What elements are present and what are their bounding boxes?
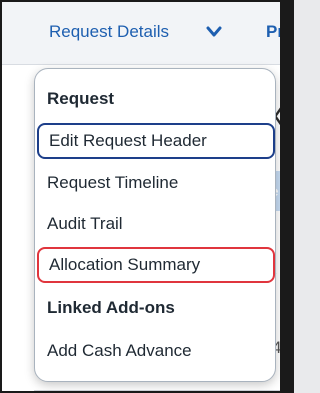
request-details-dropdown: Request Edit Request Header Request Time… bbox=[34, 68, 276, 382]
menu-heading-linked-add-ons: Linked Add-ons bbox=[47, 298, 175, 317]
menu-item-allocation-summary[interactable]: Allocation Summary bbox=[37, 247, 275, 283]
chevron-down-icon[interactable] bbox=[206, 26, 222, 38]
request-details-menu[interactable]: Request Details bbox=[49, 22, 169, 42]
background-divider bbox=[34, 390, 284, 391]
menu-heading-request: Request bbox=[47, 89, 115, 108]
page-frame: Request Details Pr X te x 4a Request Edi… bbox=[0, 0, 294, 393]
window-edge bbox=[280, 0, 294, 393]
menu-item-edit-request-header[interactable]: Edit Request Header bbox=[37, 123, 275, 159]
menu-item-audit-trail[interactable]: Audit Trail bbox=[47, 214, 123, 234]
top-nav: Request Details Pr bbox=[2, 2, 292, 65]
menu-item-add-cash-advance[interactable]: Add Cash Advance bbox=[47, 341, 192, 361]
menu-item-request-timeline[interactable]: Request Timeline bbox=[47, 173, 178, 193]
